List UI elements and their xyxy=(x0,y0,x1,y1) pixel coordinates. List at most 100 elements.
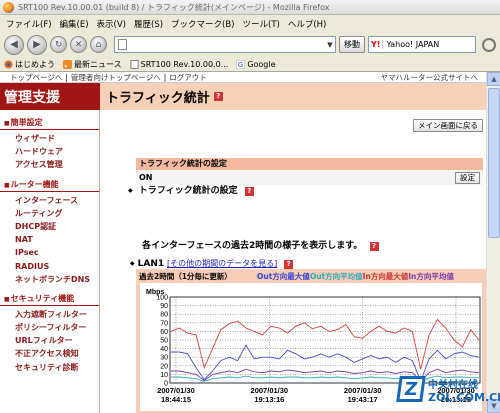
sidebar-item-radius[interactable]: RADIUS xyxy=(0,260,99,273)
forward-button[interactable]: ▶ xyxy=(27,34,47,55)
side-title: 管理支援 xyxy=(0,83,100,110)
x-tick-time: 18:44:15 xyxy=(161,395,191,404)
bookmark-getting-started[interactable]: はじめよう xyxy=(4,59,55,70)
stop-button[interactable]: ✕ xyxy=(70,36,87,53)
sidebar-item-routing[interactable]: ルーティング xyxy=(0,207,99,220)
search-icon[interactable] xyxy=(482,37,496,52)
search-input[interactable]: Y! Yahoo! JAPAN xyxy=(368,36,476,53)
y-tick-label: 90 xyxy=(160,303,168,310)
menu-file[interactable]: ファイル(F) xyxy=(6,18,52,30)
sidebar-item-hardware[interactable]: ハードウェア xyxy=(0,145,99,158)
url-dropdown-icon[interactable]: ▼ xyxy=(325,37,335,52)
x-tick-date: 2007/01/30 xyxy=(437,386,475,395)
search-engine-logo[interactable]: Y! xyxy=(369,40,384,49)
y-tick-label: 40 xyxy=(160,346,168,353)
y-tick-label: 80 xyxy=(160,312,168,319)
other-period-link[interactable]: [その他の期間のデータを見る] xyxy=(167,259,277,268)
scroll-down-icon[interactable]: ▼ xyxy=(487,399,500,413)
sidebar-section-security: セキュリティ機能 xyxy=(0,293,99,304)
help-icon[interactable]: ? xyxy=(284,260,294,269)
x-tick-date: 2007/01/30 xyxy=(251,386,289,395)
x-tick-time: 20:13:18 xyxy=(441,395,471,404)
window-titlebar: SRT100 Rev.10.00.01 (build 8) / トラフィック統計… xyxy=(0,0,500,15)
sidebar-section-easy-setup: 簡単設定 xyxy=(0,117,99,128)
settings-table-row: ON 設定 xyxy=(136,170,483,185)
bookmark-latest-news[interactable]: 最新ニュース xyxy=(63,59,122,70)
sidebar-item-netvolante-dns[interactable]: ネットボランチDNS xyxy=(0,273,99,286)
y-tick-label: 60 xyxy=(160,329,168,336)
home-icon: ⌂ xyxy=(95,39,102,50)
lan-label: LAN1 xyxy=(130,259,164,269)
sidebar-section-router: ルーター機能 xyxy=(0,179,99,190)
home-button[interactable]: ⌂ xyxy=(90,36,107,53)
y-tick-label: 20 xyxy=(160,363,168,370)
sidebar-item-dhcp[interactable]: DHCP認証 xyxy=(0,220,99,233)
url-bar[interactable]: ▼ xyxy=(114,36,336,53)
reload-button[interactable]: ↻ xyxy=(50,36,67,53)
link-logout[interactable]: ログアウト xyxy=(169,72,207,83)
search-text: Yahoo! JAPAN xyxy=(386,40,440,49)
help-icon[interactable]: ? xyxy=(369,242,379,251)
page-viewport: トップページへ | 管理者向けトップページへ | ログアウト ヤマハルーター公式… xyxy=(0,72,486,413)
menu-bar: ファイル(F) 編集(E) 表示(V) 履歴(S) ブックマーク(B) ツール(… xyxy=(0,16,500,32)
legend-in-avg: In方向平均値 xyxy=(408,272,454,281)
y-axis-label: Mbps xyxy=(146,289,164,296)
return-main-button[interactable]: メイン画面に戻る xyxy=(413,119,483,132)
reload-icon: ↻ xyxy=(54,39,63,50)
legend-out-max: Out方向最大値 xyxy=(257,272,310,281)
sidebar-item-intrusion-detection[interactable]: 不正アクセス検知 xyxy=(0,347,99,360)
x-tick-time: 19:13:16 xyxy=(254,395,284,404)
menu-bookmarks[interactable]: ブックマーク(B) xyxy=(171,18,234,30)
help-icon[interactable]: ? xyxy=(213,92,223,101)
sidebar-item-security-check[interactable]: セキュリティ診断 xyxy=(0,361,99,374)
stop-icon: ✕ xyxy=(74,39,83,50)
window-title: SRT100 Rev.10.00.01 (build 8) / トラフィック統計… xyxy=(18,2,330,12)
menu-edit[interactable]: 編集(E) xyxy=(60,18,89,30)
sidebar-item-nat[interactable]: NAT xyxy=(0,233,99,246)
navigation-toolbar: ◀ ▶ ↻ ✕ ⌂ ▼ 移動 Y! Yahoo! JAPAN xyxy=(0,32,500,57)
settings-button[interactable]: 設定 xyxy=(455,171,480,184)
rss-icon xyxy=(63,59,72,69)
legend-in-max: In方向最大値 xyxy=(362,272,409,281)
menu-tools[interactable]: ツール(T) xyxy=(243,18,280,30)
bookmark-google[interactable]: G Google xyxy=(236,59,276,69)
sidebar-item-input-filter[interactable]: 入力遮断フィルター xyxy=(0,308,99,321)
scroll-up-icon[interactable]: ▲ xyxy=(487,72,500,86)
vertical-scrollbar[interactable]: ▲ ▼ xyxy=(486,72,500,413)
lan-heading: LAN1 [その他の期間のデータを見る] ? xyxy=(130,258,294,269)
back-arrow-icon: ◀ xyxy=(10,39,18,50)
sidebar-item-url-filter[interactable]: URLフィルター xyxy=(0,334,99,347)
page-title: トラフィック統計 xyxy=(106,91,210,106)
page-bookmark-icon xyxy=(130,59,139,69)
traffic-graph-panel: 過去2時間（1分毎に更新） Out方向最大値Out方向平均値In方向最大値In方… xyxy=(136,269,486,413)
menu-view[interactable]: 表示(V) xyxy=(97,18,126,30)
back-button[interactable]: ◀ xyxy=(4,34,24,55)
menu-help[interactable]: ヘルプ(H) xyxy=(288,18,327,30)
sidebar-item-interface[interactable]: インターフェース xyxy=(0,194,99,207)
traffic-chart: 0102030405060708090100Mbps2007/01/3018:4… xyxy=(140,283,482,411)
sidebar-item-wizard[interactable]: ウィザード xyxy=(0,132,99,145)
settings-table-header: トラフィック統計の設定 xyxy=(136,158,483,170)
page-icon xyxy=(118,39,127,50)
go-button[interactable]: 移動 xyxy=(339,36,365,53)
y-tick-label: 30 xyxy=(160,355,168,362)
y-tick-label: 10 xyxy=(160,372,168,379)
graph-legend: Out方向最大値Out方向平均値In方向最大値In方向平均値 xyxy=(257,271,454,282)
main-content: メイン画面に戻る トラフィック統計の設定 ? トラフィック統計の設定 ON 設定… xyxy=(100,110,486,413)
legend-out-avg: Out方向平均値 xyxy=(309,272,363,281)
x-tick-date: 2007/01/30 xyxy=(157,386,195,395)
link-top-page[interactable]: トップページへ xyxy=(10,72,62,83)
link-yamaha-site[interactable]: ヤマハルーター公式サイトへ xyxy=(381,72,487,83)
help-icon[interactable]: ? xyxy=(244,187,254,196)
y-tick-label: 70 xyxy=(160,320,168,327)
menu-history[interactable]: 履歴(S) xyxy=(134,18,163,30)
sidebar-item-ipsec[interactable]: IPsec xyxy=(0,246,99,259)
sidebar: 簡単設定 ウィザード ハードウェア アクセス管理 ルーター機能 インターフェース… xyxy=(0,110,100,413)
bookmark-srt100[interactable]: SRT100 Rev.10.00.0... xyxy=(130,59,228,69)
link-admin-top[interactable]: 管理者向けトップページへ xyxy=(71,72,161,83)
settings-table: トラフィック統計の設定 ON 設定 xyxy=(136,158,483,185)
sidebar-item-policy-filter[interactable]: ポリシーフィルター xyxy=(0,321,99,334)
bookmarks-toolbar: はじめよう 最新ニュース SRT100 Rev.10.00.0... G Goo… xyxy=(0,57,500,72)
sidebar-item-access[interactable]: アクセス管理 xyxy=(0,158,99,171)
scrollbar-thumb[interactable] xyxy=(488,88,500,238)
